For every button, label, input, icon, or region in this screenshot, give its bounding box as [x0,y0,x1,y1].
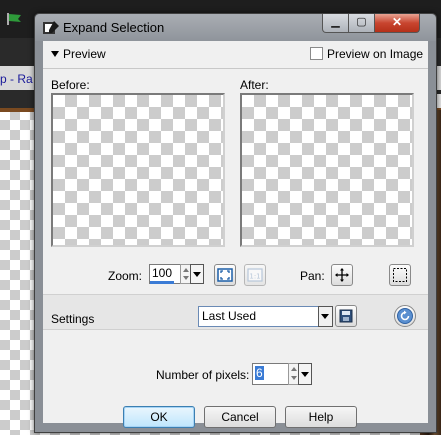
actual-size-button[interactable]: 1:1 [244,264,266,286]
ok-button[interactable]: OK [123,406,195,428]
settings-label: Settings [51,312,95,326]
after-preview[interactable] [240,93,414,247]
divider [43,68,428,69]
selection-marquee-icon [393,268,407,282]
zoom-dropdown[interactable] [190,264,204,284]
reset-button[interactable] [394,305,416,327]
reset-icon [397,308,413,324]
zoom-level-bar [150,281,174,284]
title-bar[interactable]: Expand Selection ▁ ▢ ✕ [35,14,436,41]
pan-move-icon [335,268,349,282]
save-preset-icon [339,309,353,323]
maximize-button[interactable]: ▢ [348,14,375,33]
pan-button[interactable] [331,264,353,286]
preview-on-image-checkbox[interactable]: Preview on Image [310,47,423,61]
settings-preset-select[interactable]: Last Used [198,306,325,327]
settings-preset-dropdown[interactable] [318,306,333,327]
before-preview[interactable] [51,93,225,247]
down-arrow-icon[interactable] [291,376,297,380]
zoom-value: 100 [152,266,173,280]
close-button[interactable]: ✕ [374,14,420,33]
after-label: After: [240,78,269,92]
minimize-button[interactable]: ▁ [322,14,349,33]
cancel-button[interactable]: Cancel [204,406,276,428]
zoom-fit-button[interactable] [214,264,236,286]
chevron-down-icon [193,272,201,277]
actual-size-icon: 1:1 [247,268,263,282]
number-of-pixels-dropdown[interactable] [298,363,312,385]
save-preset-button[interactable] [335,305,357,327]
expand-selection-dialog: Expand Selection ▁ ▢ ✕ Preview Preview o… [34,13,437,433]
zoom-input[interactable]: 100 [149,264,181,284]
dialog-body: Preview Preview on Image Before: After: … [43,41,428,428]
fit-to-window-icon [217,268,233,282]
preview-on-image-label: Preview on Image [327,47,424,61]
preview-toggle-label: Preview [63,47,106,61]
before-label: Before: [51,78,90,92]
flag-icon[interactable] [6,12,24,26]
app-icon [43,21,59,34]
chevron-down-icon [321,314,329,319]
zoom-label: Zoom: [108,269,143,283]
marquee-button[interactable] [389,264,411,286]
down-arrow-icon[interactable] [183,276,189,280]
document-tab-label[interactable]: p - Ra [0,72,33,86]
number-of-pixels-input[interactable]: 6 [252,363,290,385]
svg-text:1:1: 1:1 [249,273,260,281]
help-button[interactable]: Help [285,406,357,428]
chevron-down-icon [51,51,59,57]
up-arrow-icon[interactable] [183,268,189,272]
preview-toggle[interactable]: Preview [51,47,106,61]
settings-preset-value: Last Used [202,309,257,323]
checkbox-box[interactable] [310,47,323,60]
up-arrow-icon[interactable] [291,367,297,371]
chevron-down-icon [301,372,309,377]
dialog-title: Expand Selection [63,20,165,35]
number-of-pixels-label: Number of pixels: [156,368,250,382]
number-of-pixels-value: 6 [255,366,264,380]
pan-label: Pan: [300,269,325,283]
